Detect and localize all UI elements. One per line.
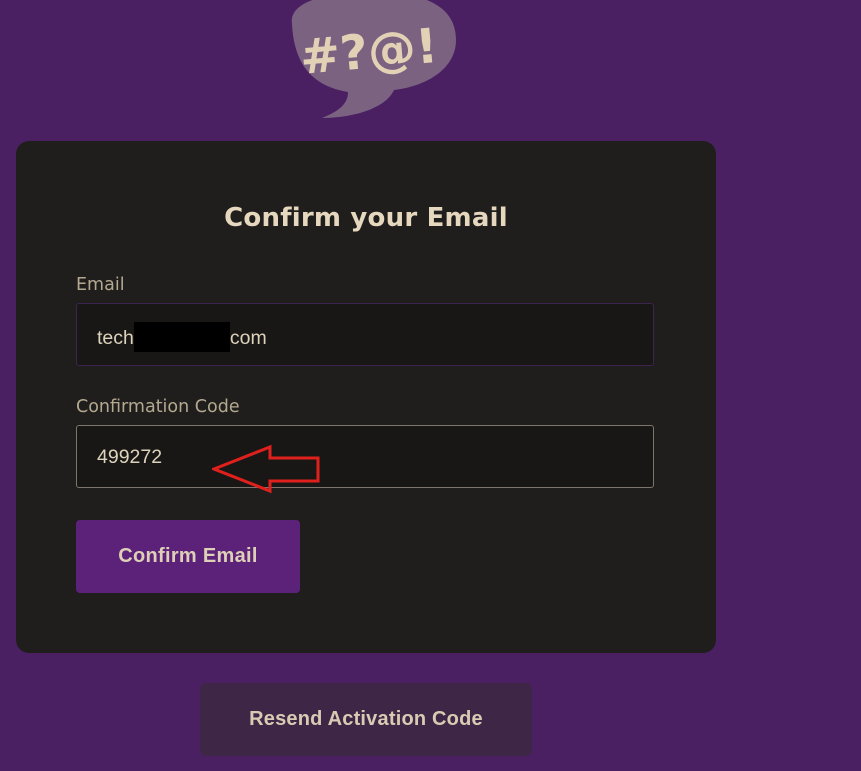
confirmation-code-value: 499272	[97, 446, 163, 468]
left-arrow-icon	[212, 444, 320, 494]
confirm-email-button[interactable]: Confirm Email	[76, 520, 300, 593]
email-label: Email	[76, 275, 125, 295]
confirmation-code-field[interactable]: 499272	[76, 425, 654, 488]
email-value: tech com	[97, 322, 267, 352]
confirm-email-card: Confirm your Email Email tech com Confirm…	[16, 141, 716, 653]
resend-activation-code-button[interactable]: Resend Activation Code	[200, 683, 532, 756]
email-redaction-block	[133, 322, 230, 352]
logo-symbols: #?@!	[298, 18, 440, 86]
email-value-prefix: tech	[97, 327, 134, 349]
speech-bubble-logo-icon: #?@!	[291, 0, 456, 118]
email-field[interactable]: tech com	[76, 303, 654, 366]
confirmation-code-label: Confirmation Code	[76, 397, 240, 417]
email-value-suffix: com	[229, 327, 267, 349]
page-title: Confirm your Email	[224, 203, 508, 233]
